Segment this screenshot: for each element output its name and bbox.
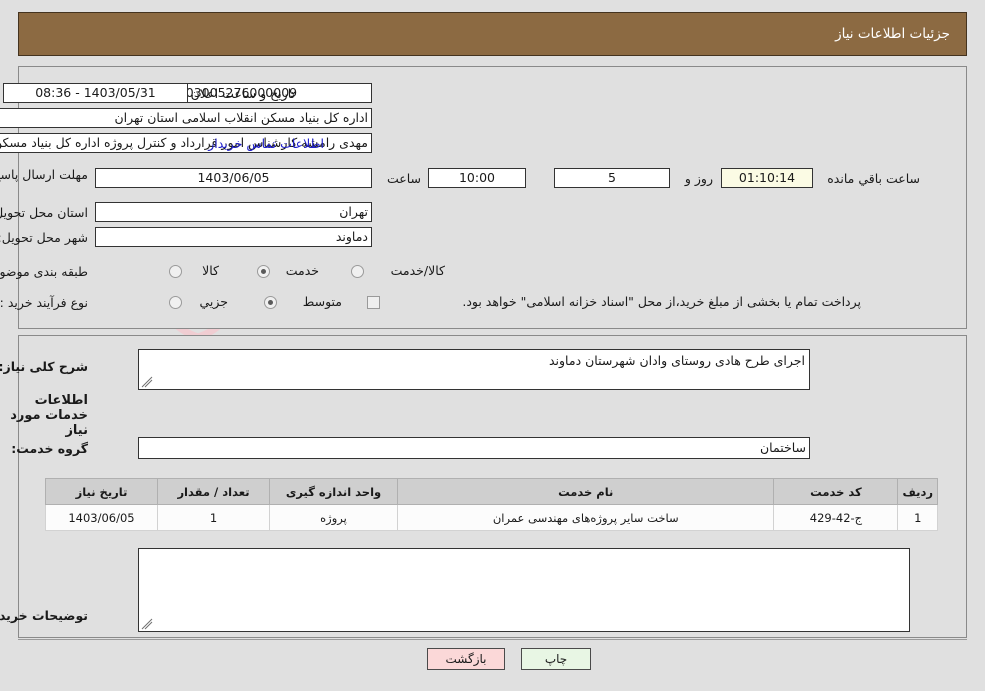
back-button[interactable]: بازگشت [427, 648, 505, 670]
category-label: طبقه بندی موضوعی: [0, 264, 88, 279]
cell-row-number: 1 [897, 504, 938, 531]
islamic-treasury-note: پرداخت تمام یا بخشی از مبلغ خرید،از محل … [462, 294, 861, 309]
cell-service-code: ج-42-429 [773, 504, 899, 531]
cell-need-date: 1403/06/05 [45, 504, 158, 531]
process-type-label: نوع فرآیند خرید : [0, 295, 88, 310]
radio-category-kala[interactable] [169, 265, 182, 278]
resize-grip-icon[interactable] [141, 376, 153, 388]
delivery-city-value[interactable]: دماوند [95, 227, 372, 247]
services-section-heading: اطلاعات خدمات مورد نیاز [10, 393, 88, 438]
buyer-notes-textarea[interactable] [138, 548, 910, 632]
page-header-bar: جزئیات اطلاعات نیاز [18, 12, 967, 56]
radio-process-jozei[interactable] [169, 296, 182, 309]
delivery-city-label: شهر محل تحویل: [0, 230, 88, 245]
services-table: ردیف کد خدمت نام خدمت واحد اندازه گیری ت… [45, 478, 938, 531]
th-need-date: تاریخ نیاز [45, 478, 158, 505]
cell-unit: پروژه [269, 504, 398, 531]
radio-category-kala-label[interactable]: کالا [202, 263, 219, 278]
public-announce-value[interactable]: 1403/05/31 - 08:36 [3, 83, 188, 103]
radio-category-kala-khedmat-label[interactable]: کالا/خدمت [391, 263, 445, 278]
th-service-code: کد خدمت [773, 478, 899, 505]
th-unit: واحد اندازه گیری [269, 478, 398, 505]
radio-process-motevaset-label[interactable]: متوسط [303, 294, 342, 309]
general-description-textarea[interactable]: اجرای طرح هادی روستای وادان شهرستان دماو… [138, 349, 810, 390]
radio-category-kala-khedmat[interactable] [351, 265, 364, 278]
buyer-org-value[interactable]: اداره کل بنیاد مسکن انقلاب اسلامی استان … [0, 108, 372, 128]
buyer-notes-label: توضیحات خریدار: [0, 608, 88, 623]
radio-category-khedmat-label[interactable]: خدمت [286, 263, 319, 278]
remaining-days-value[interactable]: 5 [554, 168, 670, 188]
radio-process-jozei-label[interactable]: جزیي [199, 294, 228, 309]
th-row-number: ردیف [897, 478, 938, 505]
resize-grip-icon-notes[interactable] [141, 618, 153, 630]
deadline-time-value[interactable]: 10:00 [428, 168, 526, 188]
footer-divider [18, 639, 967, 640]
general-description-value: اجرای طرح هادی روستای وادان شهرستان دماو… [548, 353, 805, 368]
need-info-panel [18, 66, 967, 329]
cell-service-name: ساخت سایر پروژه‌های مهندسی عمران [396, 504, 775, 531]
page-title: جزئیات اطلاعات نیاز [835, 26, 950, 42]
general-description-label: شرح کلی نیاز: [0, 359, 88, 374]
buyer-contact-link[interactable]: اطلاعات تماس خریدار [208, 136, 324, 151]
deadline-hour-label: ساعت [386, 171, 421, 186]
print-button[interactable]: چاپ [521, 648, 591, 670]
checkbox-islamic-treasury[interactable] [367, 296, 380, 309]
delivery-province-value[interactable]: تهران [95, 202, 372, 222]
deadline-date-value[interactable]: 1403/06/05 [95, 168, 372, 188]
service-group-label: گروه خدمت: [11, 441, 88, 456]
page-root: AriaTender.net جزئیات اطلاعات نیاز شماره… [0, 0, 985, 691]
remaining-time-value: 01:10:14 [721, 168, 813, 188]
remaining-days-label: روز و [684, 171, 713, 186]
deadline-label: مهلت ارسال پاسخ: تا تاریخ: [0, 167, 88, 182]
th-service-name: نام خدمت [396, 478, 775, 505]
radio-category-khedmat[interactable] [257, 265, 270, 278]
table-row[interactable]: 1 ج-42-429 ساخت سایر پروژه‌های مهندسی عم… [45, 504, 938, 531]
remaining-time-label: ساعت باقي مانده [827, 171, 920, 186]
delivery-province-label: استان محل تحویل: [0, 205, 88, 220]
cell-quantity: 1 [157, 504, 270, 531]
service-group-value[interactable]: ساختمان [138, 437, 810, 459]
table-header-row: ردیف کد خدمت نام خدمت واحد اندازه گیری ت… [45, 478, 938, 505]
th-quantity: تعداد / مقدار [157, 478, 270, 505]
radio-process-motevaset[interactable] [264, 296, 277, 309]
